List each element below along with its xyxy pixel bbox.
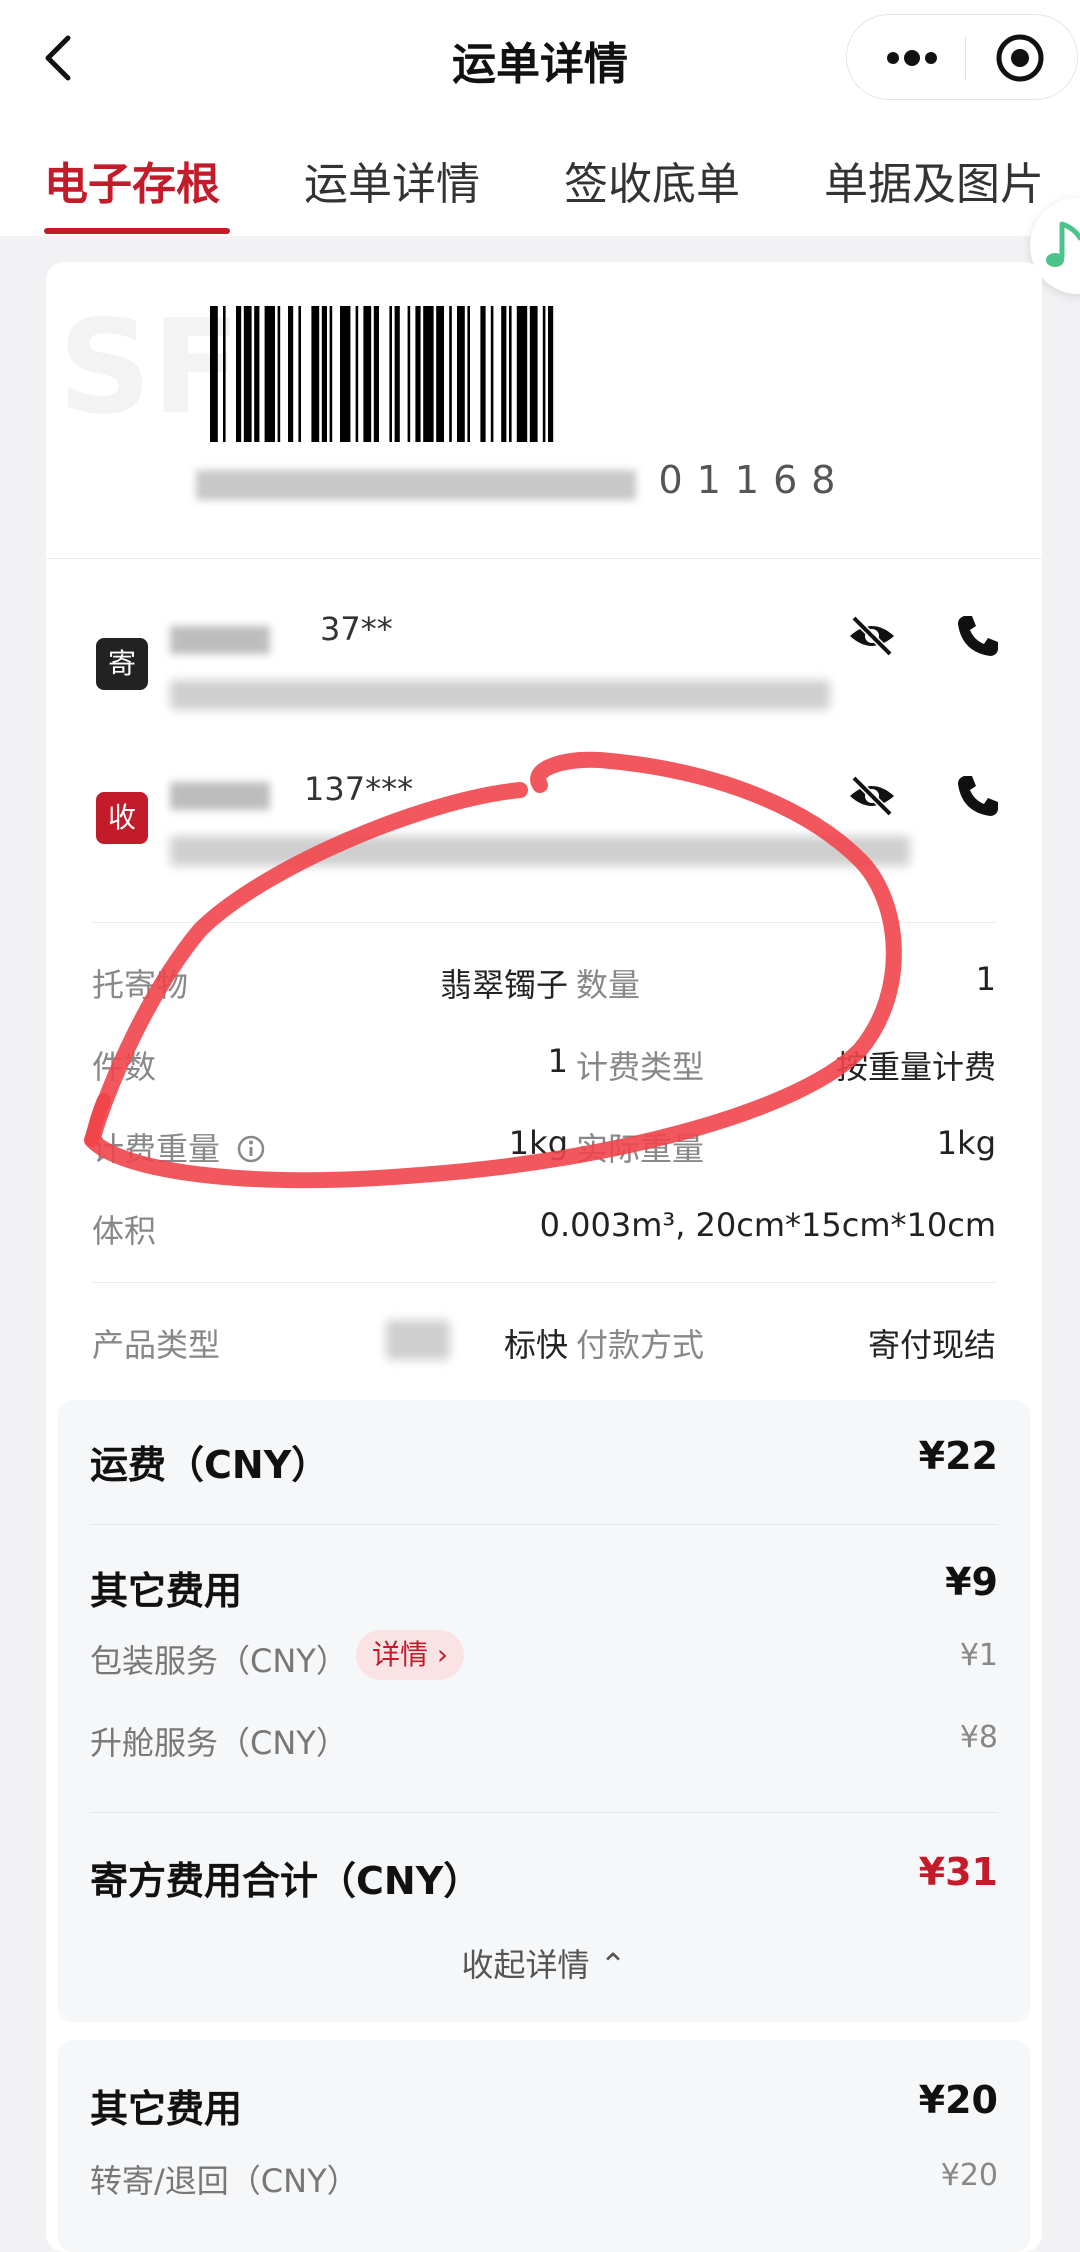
receiver-name-mosaic bbox=[170, 782, 270, 810]
call-receiver-button[interactable] bbox=[950, 768, 1006, 824]
sender-phone: 37** bbox=[320, 610, 393, 648]
collapse-details-button[interactable]: 收起详情 ⌃ bbox=[58, 1940, 1030, 1986]
product-type-value: 标快 bbox=[503, 1326, 568, 1364]
active-tab-indicator bbox=[44, 228, 230, 234]
packaging-amount: ¥1 bbox=[959, 1638, 998, 1673]
nav-bar: 运单详情 bbox=[0, 0, 1080, 118]
waybill-barcode bbox=[210, 306, 554, 442]
more-button[interactable] bbox=[867, 29, 957, 87]
sender-total-title: 寄方费用合计（CNY） bbox=[90, 1859, 482, 1903]
sender-tag: 寄 bbox=[96, 638, 148, 690]
more-dots-icon bbox=[887, 50, 937, 66]
barcode-section: SF 01168 bbox=[46, 262, 1042, 558]
tab-documents-images[interactable]: 单据及图片 bbox=[824, 148, 1044, 212]
divider bbox=[46, 558, 1042, 559]
mini-program-capsule bbox=[846, 14, 1078, 100]
volume-label: 体积 bbox=[92, 1212, 157, 1250]
product-type-label: 产品类型 bbox=[92, 1326, 221, 1364]
receiver-tag: 收 bbox=[96, 792, 148, 844]
sender-address-mosaic bbox=[170, 680, 830, 710]
sender-total-amount: ¥31 bbox=[918, 1850, 998, 1894]
waybill-card: SF 01168 寄 37** 收 137*** 托寄物 翡翠镯子 数量 1 件… bbox=[46, 262, 1042, 2252]
sender-name-mosaic bbox=[170, 626, 270, 654]
other-fees-title-2: 其它费用 bbox=[90, 2087, 243, 2131]
tab-e-stub[interactable]: 电子存根 bbox=[44, 148, 220, 212]
billing-weight-value: 1kg bbox=[508, 1124, 568, 1162]
billing-weight-label-text: 计费重量 bbox=[92, 1130, 221, 1168]
freight-title: 运费（CNY） bbox=[90, 1443, 330, 1487]
info-icon[interactable] bbox=[236, 1134, 266, 1164]
payment-value: 寄付现结 bbox=[867, 1326, 996, 1364]
quantity-label: 数量 bbox=[576, 966, 641, 1004]
forward-return-amount: ¥20 bbox=[940, 2158, 998, 2193]
quantity-value: 1 bbox=[975, 960, 996, 998]
item-label: 托寄物 bbox=[92, 966, 189, 1004]
billing-type-value: 按重量计费 bbox=[835, 1048, 996, 1086]
call-sender-button[interactable] bbox=[950, 608, 1006, 664]
receiver-address-mosaic bbox=[170, 836, 910, 866]
other-fee-section: 其它费用 ¥20 转寄/退回（CNY） ¥20 bbox=[58, 2040, 1030, 2252]
tab-signed-receipt[interactable]: 签收底单 bbox=[564, 148, 740, 212]
product-type-mosaic bbox=[386, 1320, 450, 1360]
billing-weight-label: 计费重量 bbox=[92, 1124, 266, 1170]
close-miniprogram-button[interactable] bbox=[985, 29, 1055, 87]
toggle-visibility-button[interactable] bbox=[844, 768, 900, 824]
packaging-label: 包装服务（CNY） bbox=[90, 1642, 348, 1680]
actual-weight-label: 实际重量 bbox=[576, 1130, 705, 1168]
lift-service-label: 升舱服务（CNY） bbox=[90, 1724, 348, 1762]
pieces-value: 1 bbox=[547, 1042, 568, 1080]
other-fees-amount: ¥9 bbox=[945, 1560, 998, 1604]
eye-hidden-icon bbox=[850, 615, 894, 657]
tab-waybill-detail[interactable]: 运单详情 bbox=[304, 148, 480, 212]
phone-icon bbox=[958, 616, 998, 656]
toggle-visibility-button[interactable] bbox=[844, 608, 900, 664]
other-fees-title: 其它费用 bbox=[90, 1569, 243, 1613]
billing-type-label: 计费类型 bbox=[576, 1048, 705, 1086]
eye-hidden-icon bbox=[850, 775, 894, 817]
sender-fee-section: 运费（CNY） ¥22 其它费用 ¥9 包装服务（CNY） 详情 › ¥1 升舱… bbox=[58, 1400, 1030, 2022]
other-fees-amount-2: ¥20 bbox=[918, 2078, 998, 2122]
waybill-number-suffix: 01168 bbox=[658, 458, 850, 502]
payment-label: 付款方式 bbox=[576, 1326, 705, 1364]
item-value: 翡翠镯子 bbox=[439, 966, 568, 1004]
tab-bar: 电子存根 运单详情 签收底单 单据及图片 bbox=[0, 118, 1080, 236]
forward-return-label: 转寄/退回（CNY） bbox=[90, 2162, 359, 2200]
target-icon bbox=[996, 34, 1044, 82]
packaging-detail-button[interactable]: 详情 › bbox=[356, 1630, 465, 1680]
pieces-label: 件数 bbox=[92, 1048, 157, 1086]
divider bbox=[90, 1812, 998, 1813]
volume-value: 0.003m³, 20cm*15cm*10cm bbox=[539, 1206, 996, 1244]
divider bbox=[90, 1524, 998, 1525]
divider bbox=[92, 1282, 996, 1283]
receiver-phone: 137*** bbox=[304, 770, 414, 808]
capsule-divider bbox=[965, 37, 966, 79]
freight-amount: ¥22 bbox=[918, 1434, 998, 1478]
lift-service-amount: ¥8 bbox=[959, 1720, 998, 1755]
phone-icon bbox=[958, 776, 998, 816]
actual-weight-value: 1kg bbox=[936, 1124, 996, 1162]
divider bbox=[92, 922, 996, 923]
